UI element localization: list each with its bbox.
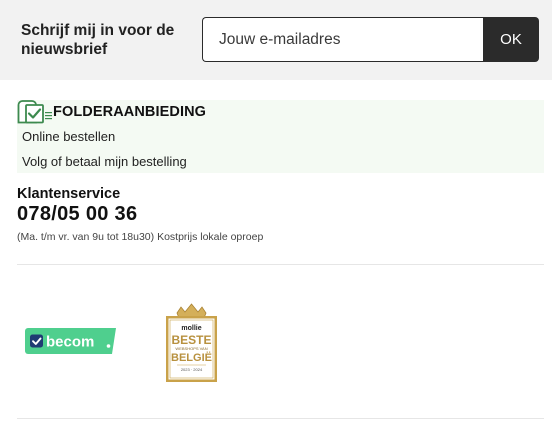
divider: [17, 264, 544, 265]
divider: [17, 418, 544, 419]
folder-offer-link[interactable]: FOLDERAANBIEDING: [17, 100, 206, 124]
becom-logo[interactable]: becom: [25, 328, 116, 354]
newsletter-submit-button[interactable]: OK: [483, 17, 539, 62]
quick-links: FOLDERAANBIEDING Online bestellen Volg o…: [17, 100, 544, 173]
newsletter-title: Schrijf mij in voor de nieuwsbrief: [21, 22, 175, 58]
email-input[interactable]: [202, 17, 484, 62]
mollie-line2: WEBSHOPS VAN: [175, 346, 207, 351]
customer-service-phone[interactable]: 078/05 00 36: [17, 203, 137, 226]
folder-offer-label: FOLDERAANBIEDING: [53, 104, 207, 120]
becom-wordmark: becom: [46, 334, 94, 351]
customer-service-note: (Ma. t/m vr. van 9u tot 18u30) Kostprijs…: [17, 231, 264, 243]
mollie-badge[interactable]: mollie BESTE WEBSHOPS VAN BELGIË 2023 · …: [165, 303, 218, 383]
online-order-link[interactable]: Online bestellen: [22, 129, 115, 144]
mollie-years: 2023 · 2024: [181, 367, 203, 372]
mollie-brand: mollie: [181, 325, 201, 332]
track-order-link[interactable]: Volg of betaal mijn bestelling: [22, 154, 187, 169]
customer-service-title: Klantenservice: [17, 186, 121, 202]
mollie-line3: BELGIË: [171, 351, 212, 364]
newsletter-section: Schrijf mij in voor de nieuwsbrief OK: [0, 0, 552, 80]
folder-check-icon: [17, 100, 53, 124]
mollie-line1: BESTE: [171, 333, 211, 347]
